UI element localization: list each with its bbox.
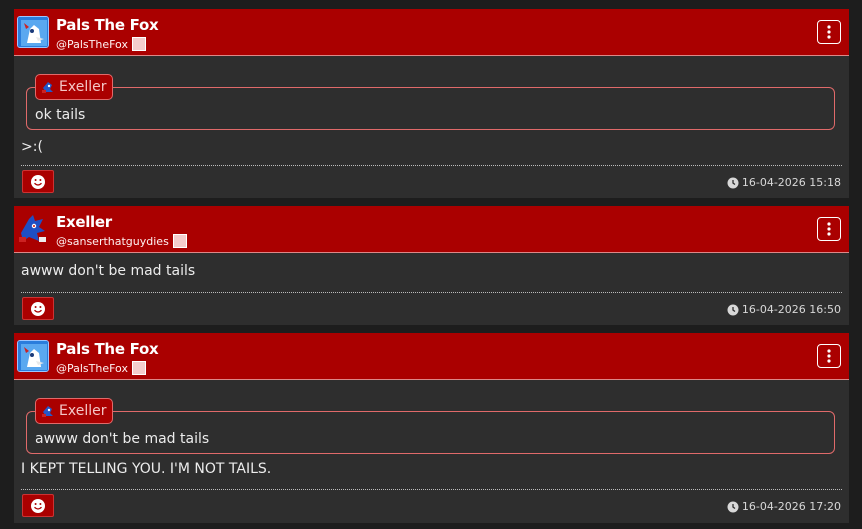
clock-icon bbox=[727, 501, 739, 512]
display-name[interactable]: Exeller bbox=[56, 213, 112, 231]
handle-row: @PalsTheFox bbox=[56, 37, 146, 51]
user-badge bbox=[172, 234, 187, 248]
exeller-avatar-icon bbox=[19, 215, 46, 242]
post-header: Pals The Fox @PalsTheFox bbox=[14, 9, 849, 56]
quoted-author[interactable]: Exeller bbox=[35, 398, 114, 424]
post-text: I KEPT TELLING YOU. I'M NOT TAILS. bbox=[21, 461, 272, 477]
exeller-avatar-icon bbox=[42, 406, 53, 417]
user-handle[interactable]: @PalsTheFox bbox=[56, 362, 128, 375]
exeller-avatar-icon bbox=[42, 82, 53, 93]
post-timestamp: 16-04-2026 16:50 bbox=[727, 303, 841, 316]
post-text: awww don't be mad tails bbox=[21, 263, 196, 279]
timestamp-text: 16-04-2026 16:50 bbox=[741, 303, 841, 316]
kebab-menu-icon bbox=[827, 349, 831, 363]
footer-divider bbox=[21, 292, 842, 293]
quoted-text: ok tails bbox=[35, 107, 86, 123]
clock-icon bbox=[727, 177, 739, 188]
quoted-post[interactable]: Exeller awww don't be mad tails bbox=[26, 398, 835, 454]
post-menu-button[interactable] bbox=[817, 344, 841, 368]
quoted-text: awww don't be mad tails bbox=[35, 431, 210, 447]
user-badge bbox=[131, 361, 146, 375]
avatar[interactable] bbox=[17, 16, 49, 48]
user-handle[interactable]: @sanserthatguydies bbox=[56, 235, 169, 248]
kebab-menu-icon bbox=[827, 222, 831, 236]
footer-divider bbox=[21, 165, 842, 166]
post-timestamp: 16-04-2026 17:20 bbox=[727, 500, 841, 513]
handle-row: @sanserthatguydies bbox=[56, 234, 187, 248]
pals-fox-avatar-icon bbox=[18, 341, 48, 371]
post-feed: Pals The Fox @PalsTheFox Exeller ok tail… bbox=[0, 0, 862, 529]
post-header: Exeller @sanserthatguydies bbox=[14, 206, 849, 253]
avatar[interactable] bbox=[17, 213, 49, 245]
pals-fox-avatar-icon bbox=[18, 17, 48, 47]
quoted-post[interactable]: Exeller ok tails bbox=[26, 74, 835, 130]
smiley-icon bbox=[31, 174, 45, 189]
post-timestamp: 16-04-2026 15:18 bbox=[727, 176, 841, 189]
user-badge bbox=[131, 37, 146, 51]
post-text: >:( bbox=[21, 139, 43, 155]
post-header: Pals The Fox @PalsTheFox bbox=[14, 333, 849, 380]
timestamp-text: 16-04-2026 17:20 bbox=[741, 500, 841, 513]
handle-row: @PalsTheFox bbox=[56, 361, 146, 375]
smiley-icon bbox=[31, 498, 45, 513]
react-button[interactable] bbox=[22, 170, 54, 193]
quoted-author-name: Exeller bbox=[59, 79, 107, 95]
react-button[interactable] bbox=[22, 494, 54, 517]
post-menu-button[interactable] bbox=[817, 217, 841, 241]
clock-icon bbox=[727, 304, 739, 315]
footer-divider bbox=[21, 489, 842, 490]
post-menu-button[interactable] bbox=[817, 20, 841, 44]
kebab-menu-icon bbox=[827, 25, 831, 39]
quoted-author-name: Exeller bbox=[59, 403, 107, 419]
timestamp-text: 16-04-2026 15:18 bbox=[741, 176, 841, 189]
post-card: Pals The Fox @PalsTheFox bbox=[14, 333, 849, 523]
display-name[interactable]: Pals The Fox bbox=[56, 340, 159, 358]
display-name[interactable]: Pals The Fox bbox=[56, 16, 159, 34]
avatar[interactable] bbox=[17, 340, 49, 372]
user-handle[interactable]: @PalsTheFox bbox=[56, 38, 128, 51]
post-card: Pals The Fox @PalsTheFox bbox=[14, 9, 849, 198]
post-card: Exeller @sanserthatguydies awww don't be… bbox=[14, 206, 849, 325]
react-button[interactable] bbox=[22, 297, 54, 320]
quoted-author[interactable]: Exeller bbox=[35, 74, 114, 100]
smiley-icon bbox=[31, 301, 45, 316]
